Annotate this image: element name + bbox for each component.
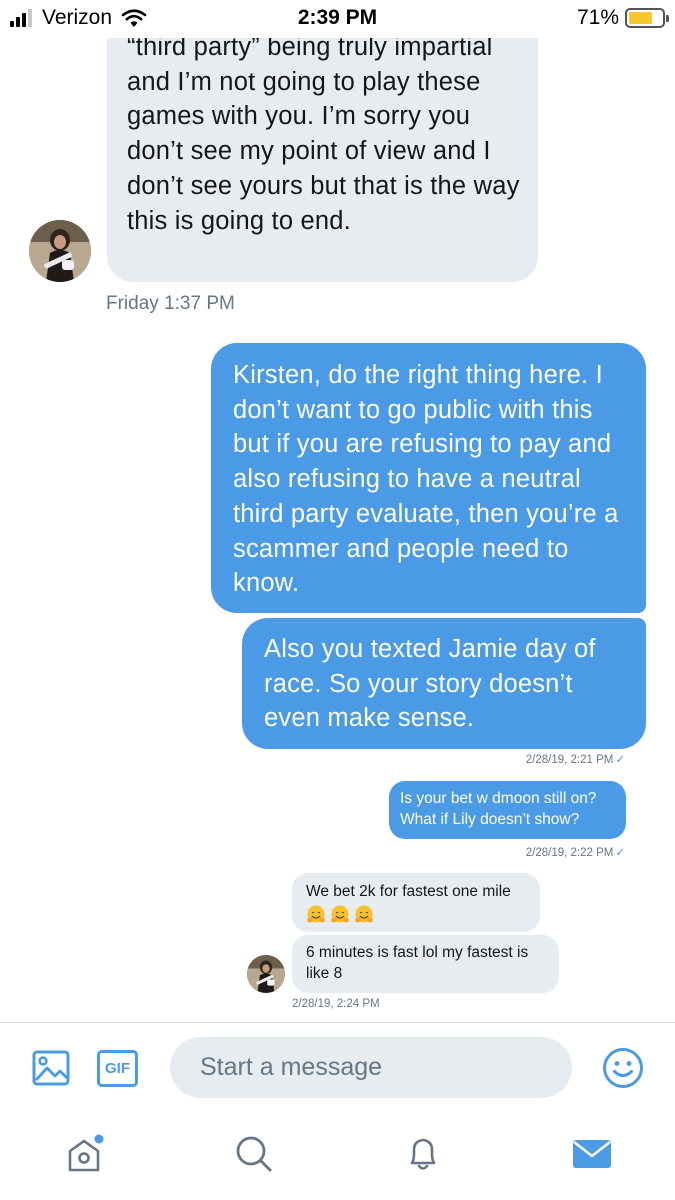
hugging-face-emoji: [331, 905, 349, 922]
gif-button[interactable]: GIF: [97, 1050, 138, 1087]
message-text: 6 minutes is fast lol my fastest is like…: [306, 944, 529, 982]
battery-fill: [629, 12, 652, 24]
message-text: “third party” being truly impartial and …: [127, 33, 520, 235]
image-icon[interactable]: [32, 1049, 70, 1087]
composer-bar: GIF: [0, 1022, 675, 1112]
message-thread[interactable]: “third party” being truly impartial and …: [0, 0, 675, 1022]
message-bubble-incoming[interactable]: 6 minutes is fast lol my fastest is like…: [292, 935, 559, 993]
timestamp: 2/28/19, 2:22 PM ✓: [526, 845, 625, 859]
avatar[interactable]: [29, 220, 91, 282]
message-bubble-incoming[interactable]: “third party” being truly impartial and …: [107, 10, 538, 282]
timestamp-text: 2/28/19, 2:21 PM: [525, 754, 614, 766]
timestamp-text: 2/28/19, 2:22 PM: [525, 847, 614, 859]
message-input[interactable]: [170, 1037, 572, 1098]
message-text: Kirsten, do the right thing here. I don’…: [233, 361, 619, 598]
status-bar: Verizon 2:39 PM 71%: [0, 0, 675, 38]
battery-group: 71%: [576, 6, 669, 30]
message-bubble-incoming[interactable]: We bet 2k for fastest one mile: [292, 873, 540, 932]
message-bubble-outgoing[interactable]: Also you texted Jamie day of race. So yo…: [242, 618, 646, 749]
emoji-row: [306, 905, 530, 925]
search-icon[interactable]: [232, 1132, 276, 1176]
message-bubble-outgoing[interactable]: Kirsten, do the right thing here. I don’…: [211, 343, 646, 613]
read-check-icon: ✓: [615, 754, 625, 766]
hugging-face-emoji: [307, 905, 325, 922]
hugging-face-emoji: [355, 905, 373, 922]
avatar[interactable]: [247, 955, 285, 993]
timestamp: 2/28/19, 2:21 PM ✓: [526, 752, 625, 766]
home-icon[interactable]: [62, 1132, 106, 1176]
battery-icon: [625, 8, 669, 28]
message-text: Also you texted Jamie day of race. So yo…: [264, 635, 596, 733]
message-text: We bet 2k for fastest one mile: [306, 883, 511, 900]
timestamp: Friday 1:37 PM: [106, 293, 235, 314]
tab-bar: [0, 1112, 675, 1200]
emoji-picker-icon[interactable]: [602, 1047, 644, 1089]
message-text: Is your bet w dmoon still on? What if Li…: [400, 790, 597, 828]
dm-conversation-screen: “third party” being truly impartial and …: [0, 0, 675, 1200]
read-check-icon: ✓: [615, 847, 625, 859]
battery-percent: 71%: [576, 6, 619, 29]
messages-icon[interactable]: [570, 1132, 614, 1176]
notifications-icon[interactable]: [401, 1132, 445, 1176]
timestamp: 2/28/19, 2:24 PM: [292, 998, 380, 1010]
message-bubble-outgoing[interactable]: Is your bet w dmoon still on? What if Li…: [389, 781, 626, 839]
clock: 2:39 PM: [297, 6, 378, 29]
